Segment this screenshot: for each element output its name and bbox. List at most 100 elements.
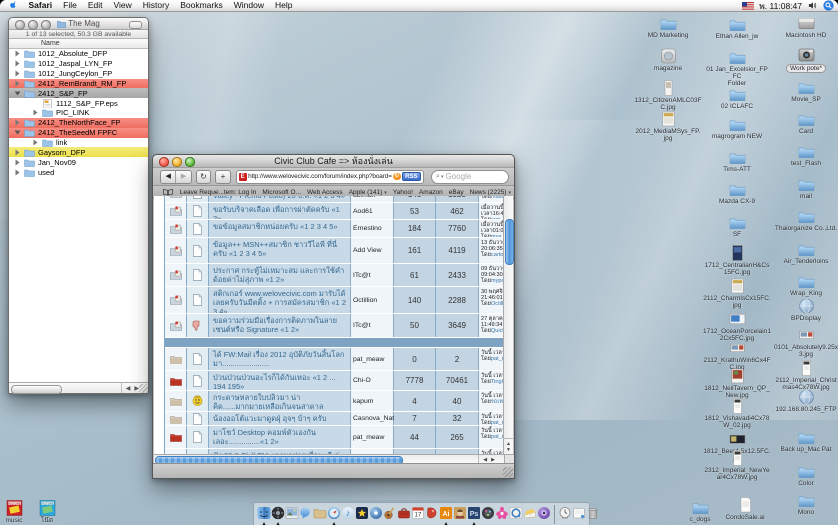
desktop-icon-card[interactable]: Card — [772, 109, 838, 135]
disclosure-triangle-icon[interactable] — [30, 139, 40, 146]
dock-adobe-photoshop-icon[interactable]: Ps — [467, 505, 481, 525]
disclosure-triangle-icon[interactable] — [12, 159, 22, 166]
finder-row-jan-nov09[interactable]: Jan_Nov09 — [9, 157, 148, 167]
close-button[interactable] — [159, 157, 169, 167]
disclosure-triangle-icon[interactable] — [30, 109, 40, 116]
finder-row-2412-thenorthface-fp[interactable]: 2412_TheNorthFace_FP — [9, 118, 148, 128]
finder-row-1012-jaspal-lyn-fp[interactable]: 1012_Jaspal_LYN_FP — [9, 59, 148, 69]
bookmark-item[interactable]: Apple (141)▾ — [346, 189, 390, 196]
menu-item-safari[interactable]: Safari — [23, 0, 58, 11]
finder-column-header[interactable]: Name — [9, 39, 148, 49]
finder-row-2412-theseedm-fpfc[interactable]: 2412_TheSeedM FPFC — [9, 128, 148, 138]
desktop-icon-tims-att[interactable]: Tims-ATT — [703, 147, 771, 173]
menu-item-help[interactable]: Help — [269, 0, 297, 11]
topic-subject-link[interactable]: มาโชว์ Desktop คอมพ์ตัวเองกันเลอะ.......… — [209, 426, 351, 448]
dock-stickies-app-icon[interactable] — [523, 505, 537, 525]
minimize-button[interactable] — [172, 157, 182, 167]
desktop-icon-thaiorganize-co-ltd-[interactable]: Thaiorganize Co.,Ltd. — [772, 206, 838, 232]
dock-finder-icon[interactable] — [257, 505, 271, 525]
bookmark-item[interactable]: Microsoft O... — [259, 189, 304, 196]
disclosure-triangle-icon[interactable] — [12, 169, 22, 176]
dock-clock-stack-icon[interactable] — [558, 505, 572, 525]
topic-starter[interactable]: pat_meaw — [351, 348, 394, 370]
desktop-icon-1712-centralianh-cs[interactable]: 1712_CentralianH&Cs 15FC.jpg — [703, 243, 771, 276]
disclosure-triangle-icon[interactable] — [12, 50, 22, 57]
dock-toast-burner-icon[interactable] — [481, 505, 495, 525]
reload-button[interactable]: ↻ — [196, 170, 211, 184]
finder-row-1012-jungceylon-fp[interactable]: 1012_JungCeylon_FP — [9, 69, 148, 79]
dock-adobe-illustrator-icon[interactable]: Ai — [439, 505, 453, 525]
disclosure-triangle-icon[interactable] — [12, 149, 22, 156]
disclosure-triangle-icon[interactable] — [12, 70, 22, 77]
topic-subject-link[interactable]: ป่วนป่วนป่วนอะไรก็ได้กันเหอะ «1 2 ... 19… — [209, 371, 351, 390]
topic-subject-link[interactable]: สติกเกอร์ www.welovecivic.com มารับได้เล… — [209, 287, 351, 313]
desktop-icon-1312-citizenamlc03f[interactable]: 1312_CitizenAMLC03F C.jpg — [634, 78, 702, 111]
topic-subject-link[interactable]: ประกาศ กระทู้ไม่เหมาะสม และการใช้คำด้อยค… — [209, 264, 351, 286]
dock-itunes-icon[interactable]: ♪ — [341, 505, 355, 525]
safari-titlebar[interactable]: Civic Club Cafe => ห้องนั่งเล่น — [153, 155, 514, 168]
topic-starter[interactable]: Casnova_Natt — [351, 412, 394, 425]
disclosure-triangle-icon[interactable] — [12, 119, 22, 126]
topic-starter[interactable]: ITc@t — [351, 314, 394, 337]
scrollbar-thumb[interactable] — [505, 219, 514, 265]
menu-item-file[interactable]: File — [58, 0, 83, 11]
desktop-icon-air-tenderloins[interactable]: Air_Tenderloins — [772, 239, 838, 265]
finder-row-1012-absolute-dfp[interactable]: 1012_Absolute_DFP — [9, 49, 148, 59]
topic-starter[interactable]: Aod61 — [351, 203, 394, 219]
desktop-icon-test-flash[interactable]: test_Flash — [772, 141, 838, 167]
back-button[interactable]: ◀ — [161, 171, 175, 183]
desktop-icon-macintosh-hd[interactable]: Macintosh HD — [772, 13, 838, 39]
scrollbar-arrows[interactable]: ◀ ▶ — [121, 383, 139, 393]
bookmark-item[interactable]: Leave Reque...tem: Log In — [177, 189, 260, 196]
desktop-icon-02-iclafc[interactable]: 02 ICLAFC — [703, 84, 771, 110]
desktop-icon-1812-neiltavern-qp-[interactable]: 1812_NeilTavern_QP_ New.jpg — [703, 366, 771, 399]
dock-purple-disc-app-icon[interactable] — [537, 505, 551, 525]
topic-starter[interactable]: kapum — [351, 391, 394, 411]
scroll-right-arrow-icon[interactable]: ▶ — [491, 457, 495, 463]
desktop-icon-sf[interactable]: SF — [703, 212, 771, 238]
desktop-icon-0101-absolutely9-25x[interactable]: 0101_Absolutely9.25x 3.jpg — [772, 325, 838, 358]
scrollbar-arrows[interactable]: ▲▼ — [504, 438, 513, 455]
topic-subject-link[interactable]: ขอความร่วมมือเรื่องการติดภาพในลายเซนต์หร… — [209, 314, 351, 337]
topic-subject-link[interactable]: ขอรับบริจาคเลือด เพื่อการผ่าตัดครับ «1 2… — [209, 203, 351, 219]
finder-row-2412-rembrandt-rm-fp[interactable]: 2412_RemBrandt_RM_FP — [9, 79, 148, 89]
desktop-icon-wrap-king[interactable]: Wrap_King — [772, 271, 838, 297]
topic-subject-link[interactable]: ข้อมูล++ MSN++สมาชิก ชาววีไอพี ที่นี่ครั… — [209, 238, 351, 263]
vertical-scrollbar[interactable]: ▲▼ — [503, 196, 513, 455]
google-search-field[interactable]: ⌕ ▾ Google — [431, 170, 509, 184]
apple-menu-icon[interactable] — [10, 1, 20, 11]
bookmark-item[interactable]: eBay — [446, 189, 467, 196]
dock-quicktime-icon[interactable] — [509, 505, 523, 525]
dock-toolbox-utility-icon[interactable] — [397, 505, 411, 525]
bookmark-item[interactable]: Web Access — [304, 189, 346, 196]
desktop-icon-2112-charmlscx15fc-[interactable]: 2112_CharmlsCx15FC. jpg — [703, 276, 771, 309]
toolbar-pill-button[interactable] — [129, 21, 142, 29]
topic-subject-link[interactable]: Valley - Premo Posto) 20 ธ.ค. «1 2 3 4» — [209, 196, 351, 202]
topic-starter[interactable]: ITc@t — [351, 264, 394, 286]
dock-trash-icon[interactable] — [586, 505, 600, 525]
bookmark-item[interactable]: Amazon — [416, 189, 446, 196]
finder-row-gaysorn-dfp[interactable]: Gaysorn_DFP — [9, 147, 148, 157]
desktop-icon-โน๊ต[interactable]: PICTUREโน๊ต — [13, 498, 81, 524]
bookmarks-book-icon[interactable] — [163, 188, 173, 196]
menu-bar-clock[interactable]: พ. 11:08:47 — [759, 0, 802, 13]
desktop-icon-bpdisplay[interactable]: BPDisplay — [772, 296, 838, 322]
finder-row-used[interactable]: used — [9, 167, 148, 177]
dock-painter-icon[interactable] — [453, 505, 467, 525]
desktop-icon-work-pote-[interactable]: Work pote* — [772, 45, 838, 73]
bookmark-item[interactable]: News (2225)▾ — [467, 189, 514, 196]
rss-badge[interactable]: RSS — [402, 172, 421, 181]
topic-starter[interactable]: taxman — [351, 196, 394, 202]
dock-ical-icon[interactable]: 17 — [411, 505, 425, 525]
dock-idvd-icon[interactable] — [369, 505, 383, 525]
dock-flower-app-icon[interactable] — [495, 505, 509, 525]
dock-red-app-icon[interactable] — [425, 505, 439, 525]
dock-preview-icon[interactable] — [285, 505, 299, 525]
finder-row-2412-s-p-fp[interactable]: 2412_S&P_FP — [9, 88, 148, 98]
finder-horizontal-scrollbar[interactable]: ◀ ▶ — [9, 382, 148, 393]
desktop-icon-movie-sp[interactable]: Movie_SP — [772, 77, 838, 103]
topic-starter[interactable]: pat_meaw — [351, 426, 394, 448]
desktop-icon-condosale-ai[interactable]: CondoSale.ai — [711, 495, 779, 521]
desktop-icon-01-jan-excelsior-fp-fc[interactable]: 01 Jan_Excelsior_FP FC Folder — [703, 47, 771, 87]
dock-documents-stack-icon[interactable] — [572, 505, 586, 525]
